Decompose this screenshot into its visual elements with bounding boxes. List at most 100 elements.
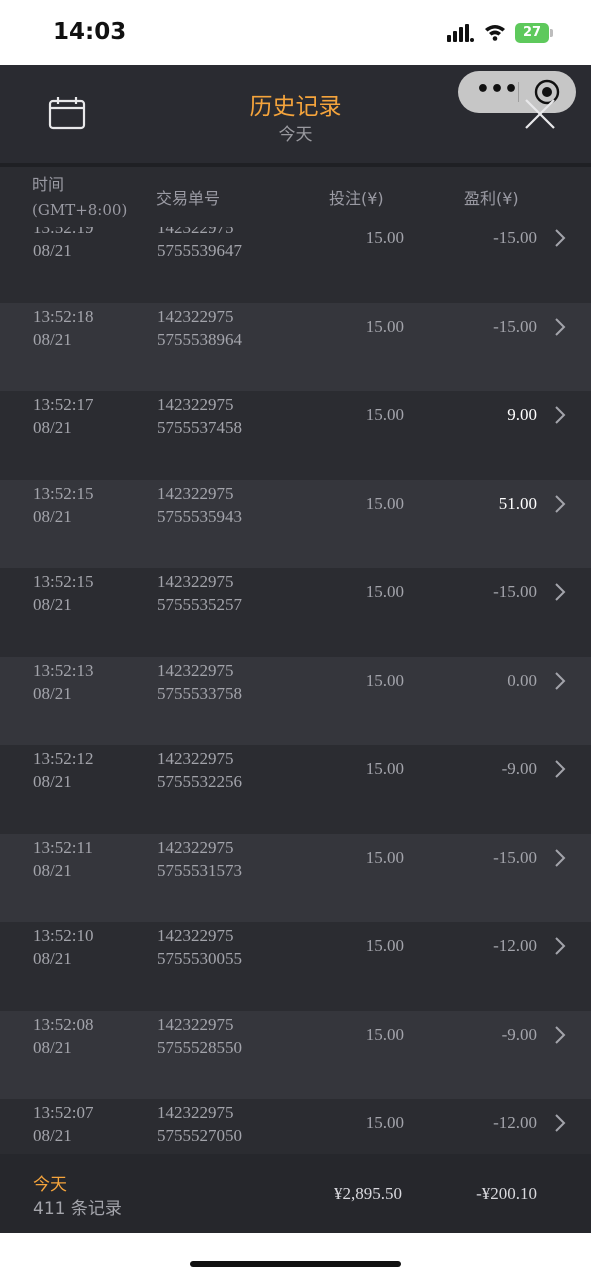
row-order-prefix: 142322975 (157, 572, 234, 591)
more-button[interactable]: ••• (472, 75, 522, 109)
chevron-right-icon (553, 847, 567, 873)
row-profit: 0.00 (507, 670, 537, 690)
row-profit: 51.00 (498, 493, 537, 513)
row-time: 13:52:19 (33, 227, 94, 237)
column-timezone: (GMT+8:00) (32, 201, 128, 219)
chevron-right-icon (553, 758, 567, 784)
row-order-prefix: 142322975 (157, 837, 234, 857)
row-date: 08/21 (33, 860, 72, 880)
row-time: 13:52:11 (33, 837, 93, 857)
row-profit: -15.00 (493, 316, 537, 336)
row-date: 08/21 (33, 418, 72, 437)
table-row[interactable]: 13:52:15 08/21 142322975 5755535943 15.00 51.… (0, 479, 591, 568)
table-header: 时间 (GMT+8:00) 交易单号 投注(¥) 盈利(¥) (0, 167, 591, 227)
row-date: 08/21 (33, 595, 72, 614)
row-time: 13:52:13 (33, 660, 94, 680)
row-time: 13:52:18 (33, 306, 94, 326)
mini-program-capsule: ••• (458, 71, 576, 113)
chevron-right-icon (553, 581, 567, 607)
row-date: 08/21 (33, 772, 72, 791)
battery-tip (550, 29, 553, 37)
row-order-suffix: 5755532256 (157, 772, 242, 791)
chevron-right-icon (553, 935, 567, 961)
row-order-suffix: 5755537458 (157, 418, 242, 437)
row-order-prefix: 142322975 (157, 926, 234, 945)
row-bet: 15.00 (365, 405, 404, 424)
row-profit: -9.00 (501, 759, 537, 778)
row-order-prefix: 142322975 (157, 483, 234, 503)
close-icon[interactable] (523, 97, 557, 135)
row-bet: 15.00 (365, 847, 404, 867)
record-list[interactable]: 13:52:19 08/21 142322975 5755539647 15.00 -15… (0, 227, 591, 1156)
page-subtitle: 今天 (278, 125, 313, 145)
home-indicator (190, 1261, 401, 1267)
signal-icon (447, 24, 475, 46)
chevron-right-icon (553, 316, 567, 342)
row-time: 13:52:17 (33, 395, 94, 414)
row-profit: -12.00 (493, 936, 537, 955)
row-date: 08/21 (33, 506, 72, 526)
column-profit: 盈利(¥) (464, 189, 519, 208)
table-row[interactable]: 13:52:12 08/21 142322975 5755532256 15.00 -9.… (0, 745, 591, 834)
row-date: 08/21 (33, 1037, 72, 1057)
row-bet: 15.00 (365, 670, 404, 690)
row-order-suffix: 5755535943 (157, 506, 242, 526)
row-bet: 15.00 (365, 759, 404, 778)
summary-footer: 今天 411 条记录 ¥2,895.50 -¥200.10 (0, 1154, 591, 1233)
wifi-icon (484, 23, 506, 45)
table-row[interactable]: 13:52:18 08/21 142322975 5755538964 15.00 -15… (0, 302, 591, 391)
chevron-right-icon (553, 493, 567, 519)
row-order-prefix: 142322975 (157, 1103, 234, 1122)
page-header: 历史记录 今天 ••• (0, 65, 591, 167)
table-row[interactable]: 13:52:10 08/21 142322975 5755530055 15.00 -12… (0, 922, 591, 1011)
row-order-prefix: 142322975 (157, 749, 234, 768)
row-bet: 15.00 (365, 1024, 404, 1044)
chevron-right-icon (553, 227, 567, 253)
record-count: 411 条记录 (33, 1199, 122, 1219)
chevron-right-icon (553, 670, 567, 696)
row-order-suffix: 5755528550 (157, 1037, 242, 1057)
chevron-right-icon (553, 404, 567, 430)
row-date: 08/21 (33, 329, 72, 349)
table-row[interactable]: 13:52:08 08/21 142322975 5755528550 15.00 -9.… (0, 1010, 591, 1099)
capsule-divider (518, 82, 519, 102)
row-order-suffix: 5755531573 (157, 860, 242, 880)
chevron-right-icon (553, 1112, 567, 1138)
table-row[interactable]: 13:52:17 08/21 142322975 5755537458 15.00 9.0… (0, 391, 591, 480)
battery-icon: 27 (515, 23, 549, 43)
row-time: 13:52:08 (33, 1014, 94, 1034)
table-row[interactable]: 13:52:11 08/21 142322975 5755531573 15.00 -15… (0, 833, 591, 922)
row-bet: 15.00 (365, 493, 404, 513)
row-order-prefix: 142322975 (157, 227, 234, 237)
summary-label: 今天 (33, 1175, 67, 1195)
row-bet: 15.00 (365, 936, 404, 955)
table-row[interactable]: 13:52:19 08/21 142322975 5755539647 15.00 -15… (0, 227, 591, 303)
row-order-prefix: 142322975 (157, 306, 234, 326)
row-profit: -9.00 (501, 1024, 537, 1044)
row-profit: -12.00 (493, 1113, 537, 1132)
table-row[interactable]: 13:52:15 08/21 142322975 5755535257 15.00 -15… (0, 568, 591, 657)
table-row[interactable]: 13:52:13 08/21 142322975 5755533758 15.00 0.0… (0, 656, 591, 745)
chevron-right-icon (553, 1024, 567, 1050)
row-order-prefix: 142322975 (157, 1014, 234, 1034)
row-profit: -15.00 (493, 847, 537, 867)
row-order-suffix: 5755533758 (157, 683, 242, 703)
row-bet: 15.00 (365, 316, 404, 336)
row-order-suffix: 5755530055 (157, 949, 242, 968)
row-profit: 9.00 (507, 405, 537, 424)
row-order-suffix: 5755535257 (157, 595, 242, 614)
row-order-suffix: 5755527050 (157, 1126, 242, 1145)
row-order-prefix: 142322975 (157, 395, 234, 414)
row-profit: -15.00 (493, 228, 537, 247)
row-time: 13:52:10 (33, 926, 94, 945)
row-date: 08/21 (33, 949, 72, 968)
row-time: 13:52:07 (33, 1103, 94, 1122)
row-bet: 15.00 (365, 1113, 404, 1132)
total-profit: -¥200.10 (476, 1184, 537, 1203)
row-date: 08/21 (33, 683, 72, 703)
row-order-prefix: 142322975 (157, 660, 234, 680)
row-date: 08/21 (33, 1126, 72, 1145)
row-order-suffix: 5755538964 (157, 329, 242, 349)
column-time: 时间 (32, 175, 65, 194)
table-row[interactable]: 13:52:07 08/21 142322975 5755527050 15.00 -12… (0, 1099, 591, 1156)
